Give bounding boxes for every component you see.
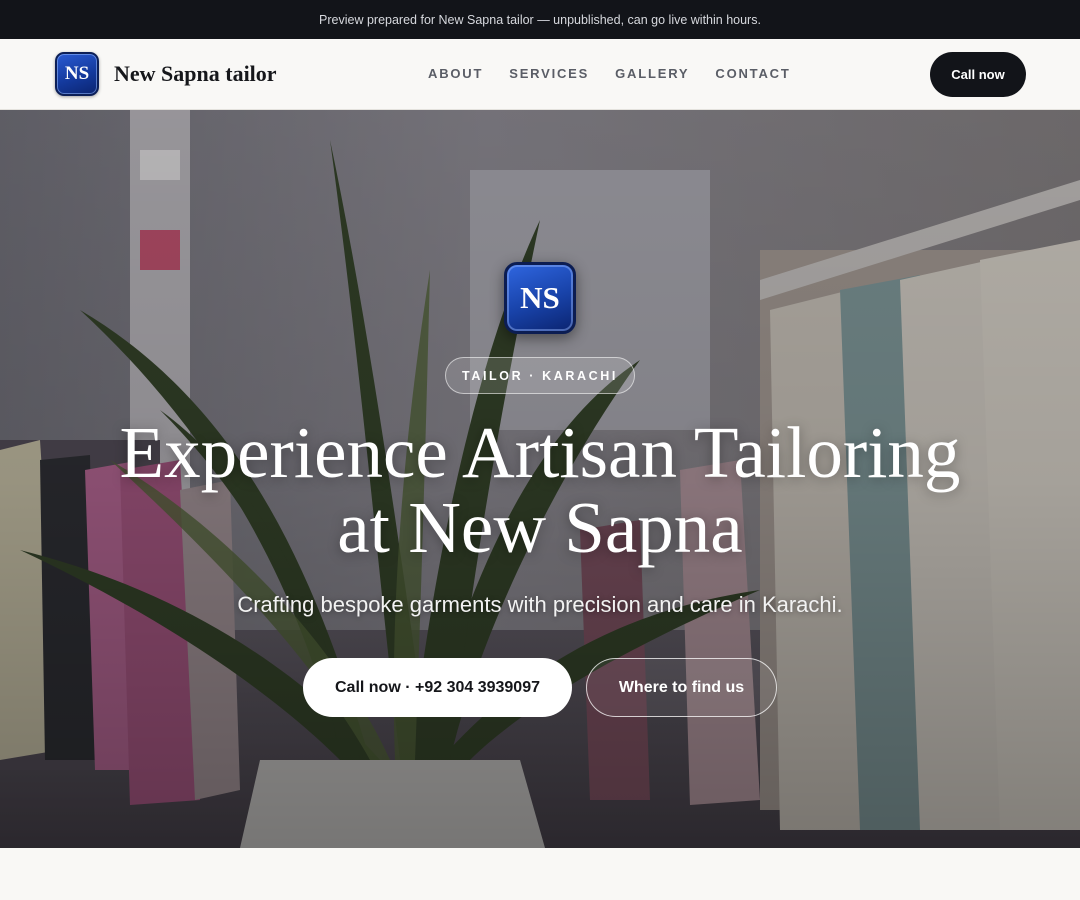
logo-badge[interactable]: NS	[55, 52, 99, 96]
hero-location-button[interactable]: Where to find us	[586, 658, 777, 717]
hero-title: Experience Artisan Tailoring at New Sapn…	[90, 415, 990, 565]
brand-name[interactable]: New Sapna tailor	[114, 61, 277, 87]
preview-banner-text: Preview prepared for New Sapna tailor — …	[319, 12, 761, 27]
header-call-button[interactable]: Call now	[930, 52, 1026, 97]
hero-title-line2: at New Sapna	[337, 487, 743, 568]
hero-subtitle: Crafting bespoke garments with precision…	[237, 592, 843, 617]
hero-section: NS TAILOR · KARACHI Experience Artisan T…	[0, 110, 1080, 848]
hero-call-button[interactable]: Call now · +92 304 3939097	[303, 658, 572, 717]
nav-gallery[interactable]: GALLERY	[615, 66, 689, 81]
next-section	[0, 848, 1080, 900]
nav-contact[interactable]: CONTACT	[715, 66, 790, 81]
preview-banner: Preview prepared for New Sapna tailor — …	[0, 0, 1080, 39]
hero-title-line1: Experience Artisan Tailoring	[119, 412, 961, 493]
hero-content: NS TAILOR · KARACHI Experience Artisan T…	[0, 110, 1080, 848]
site-header: NS New Sapna tailor ABOUT SERVICES GALLE…	[0, 39, 1080, 110]
hero-tag: TAILOR · KARACHI	[445, 357, 635, 394]
hero-logo-badge: NS	[504, 262, 576, 334]
brand[interactable]: NS New Sapna tailor	[55, 52, 277, 96]
nav-about[interactable]: ABOUT	[428, 66, 483, 81]
nav-services[interactable]: SERVICES	[509, 66, 589, 81]
main-nav: ABOUT SERVICES GALLERY CONTACT	[428, 66, 817, 81]
